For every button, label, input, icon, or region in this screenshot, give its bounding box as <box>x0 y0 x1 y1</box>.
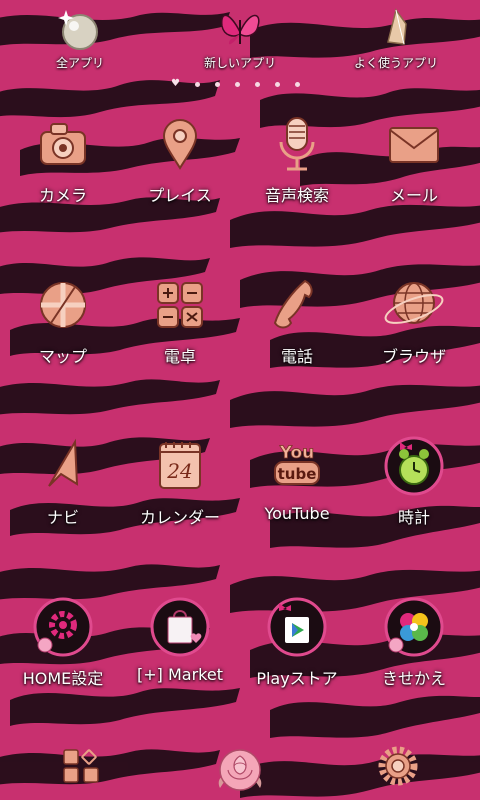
page-indicator: ♥ <box>171 78 311 90</box>
app-label: 電話 <box>280 347 313 366</box>
page-dot <box>215 82 220 87</box>
gear-icon <box>378 746 418 786</box>
app-kisekae[interactable]: きせかえ <box>354 595 474 689</box>
page-dot <box>235 82 240 87</box>
page-dot <box>255 82 260 87</box>
navigation-arrow-icon <box>48 438 79 487</box>
location-pin-icon <box>162 119 198 170</box>
grid-icon <box>63 749 99 783</box>
app-browser[interactable]: ブラウザ <box>354 273 474 367</box>
app-home-settings[interactable]: HOME設定 <box>3 595 123 689</box>
new-apps-label: 新しいアプリ <box>203 56 276 70</box>
youtube-tube-text: tube <box>278 465 317 483</box>
app-label: カレンダー <box>139 508 220 527</box>
app-label: ナビ <box>46 508 79 527</box>
butterfly-icon <box>221 14 260 45</box>
map-icon <box>40 282 86 328</box>
app-navi[interactable]: ナビ <box>3 434 123 528</box>
app-clock[interactable]: 時計 <box>354 434 474 528</box>
youtube-icon: You tube <box>274 443 320 485</box>
all-apps-label: 全アプリ <box>55 56 104 70</box>
app-places[interactable]: プレイス <box>120 112 240 206</box>
app-label: 音声検索 <box>264 186 329 205</box>
app-voice-search[interactable]: 音声検索 <box>237 112 357 206</box>
app-label: [+] Market <box>137 665 223 684</box>
app-label: マップ <box>38 347 87 366</box>
phone-handset-icon <box>273 279 313 329</box>
app-calculator[interactable]: 電卓 <box>120 273 240 367</box>
app-label: ブラウザ <box>381 347 446 366</box>
diamond-ball-icon <box>58 10 98 50</box>
alarm-clock-icon <box>384 436 444 496</box>
all-apps-button[interactable]: 全アプリ <box>20 4 140 71</box>
frequent-apps-label: よく使うアプリ <box>353 56 438 70</box>
home-settings-icon <box>33 597 93 657</box>
app-calendar[interactable]: 24 カレンダー <box>120 434 240 528</box>
new-apps-button[interactable]: 新しいアプリ <box>180 4 300 71</box>
app-mail[interactable]: メール <box>354 112 474 206</box>
app-label: メール <box>389 186 438 205</box>
app-phone[interactable]: 電話 <box>237 273 357 367</box>
app-maps[interactable]: マップ <box>3 273 123 367</box>
calendar-icon: 24 <box>159 442 201 489</box>
app-market[interactable]: [+] Market <box>120 595 240 684</box>
microphone-icon <box>279 117 315 171</box>
page-dot <box>295 82 300 87</box>
app-label: YouTube <box>264 504 330 523</box>
youtube-you-text: You <box>279 443 315 463</box>
app-label: 電卓 <box>163 347 196 366</box>
app-play-store[interactable]: Playストア <box>237 595 357 689</box>
calendar-day-text: 24 <box>166 459 192 483</box>
calculator-icon <box>157 282 203 328</box>
app-youtube[interactable]: You tube YouTube <box>237 434 357 523</box>
app-label: HOME設定 <box>22 669 104 688</box>
app-label: Playストア <box>256 669 338 688</box>
frequent-apps-button[interactable]: よく使うアプリ <box>336 4 456 71</box>
app-label: カメラ <box>38 186 87 205</box>
app-camera[interactable]: カメラ <box>3 112 123 206</box>
dock-home-button[interactable] <box>210 742 270 798</box>
heart-icon: ♥ <box>171 78 180 89</box>
app-label: きせかえ <box>381 669 446 688</box>
page-dot <box>275 82 280 87</box>
camera-icon <box>40 123 86 165</box>
shopping-bag-icon <box>150 597 210 657</box>
home-screen: 全アプリ 新しいアプリ よく使うアプリ ♥ カメラ プレイス 音声検索 メール … <box>0 0 480 800</box>
app-label: 時計 <box>397 508 430 527</box>
rose-icon <box>218 749 262 791</box>
dock-settings-button[interactable] <box>368 742 428 798</box>
envelope-icon <box>389 127 439 163</box>
globe-icon <box>384 282 444 324</box>
gem-icon <box>387 8 407 45</box>
app-label: プレイス <box>148 186 212 205</box>
dock-apps-button[interactable] <box>52 742 112 798</box>
play-store-icon <box>267 597 327 657</box>
page-dot <box>195 82 200 87</box>
theme-flower-icon <box>384 597 444 657</box>
